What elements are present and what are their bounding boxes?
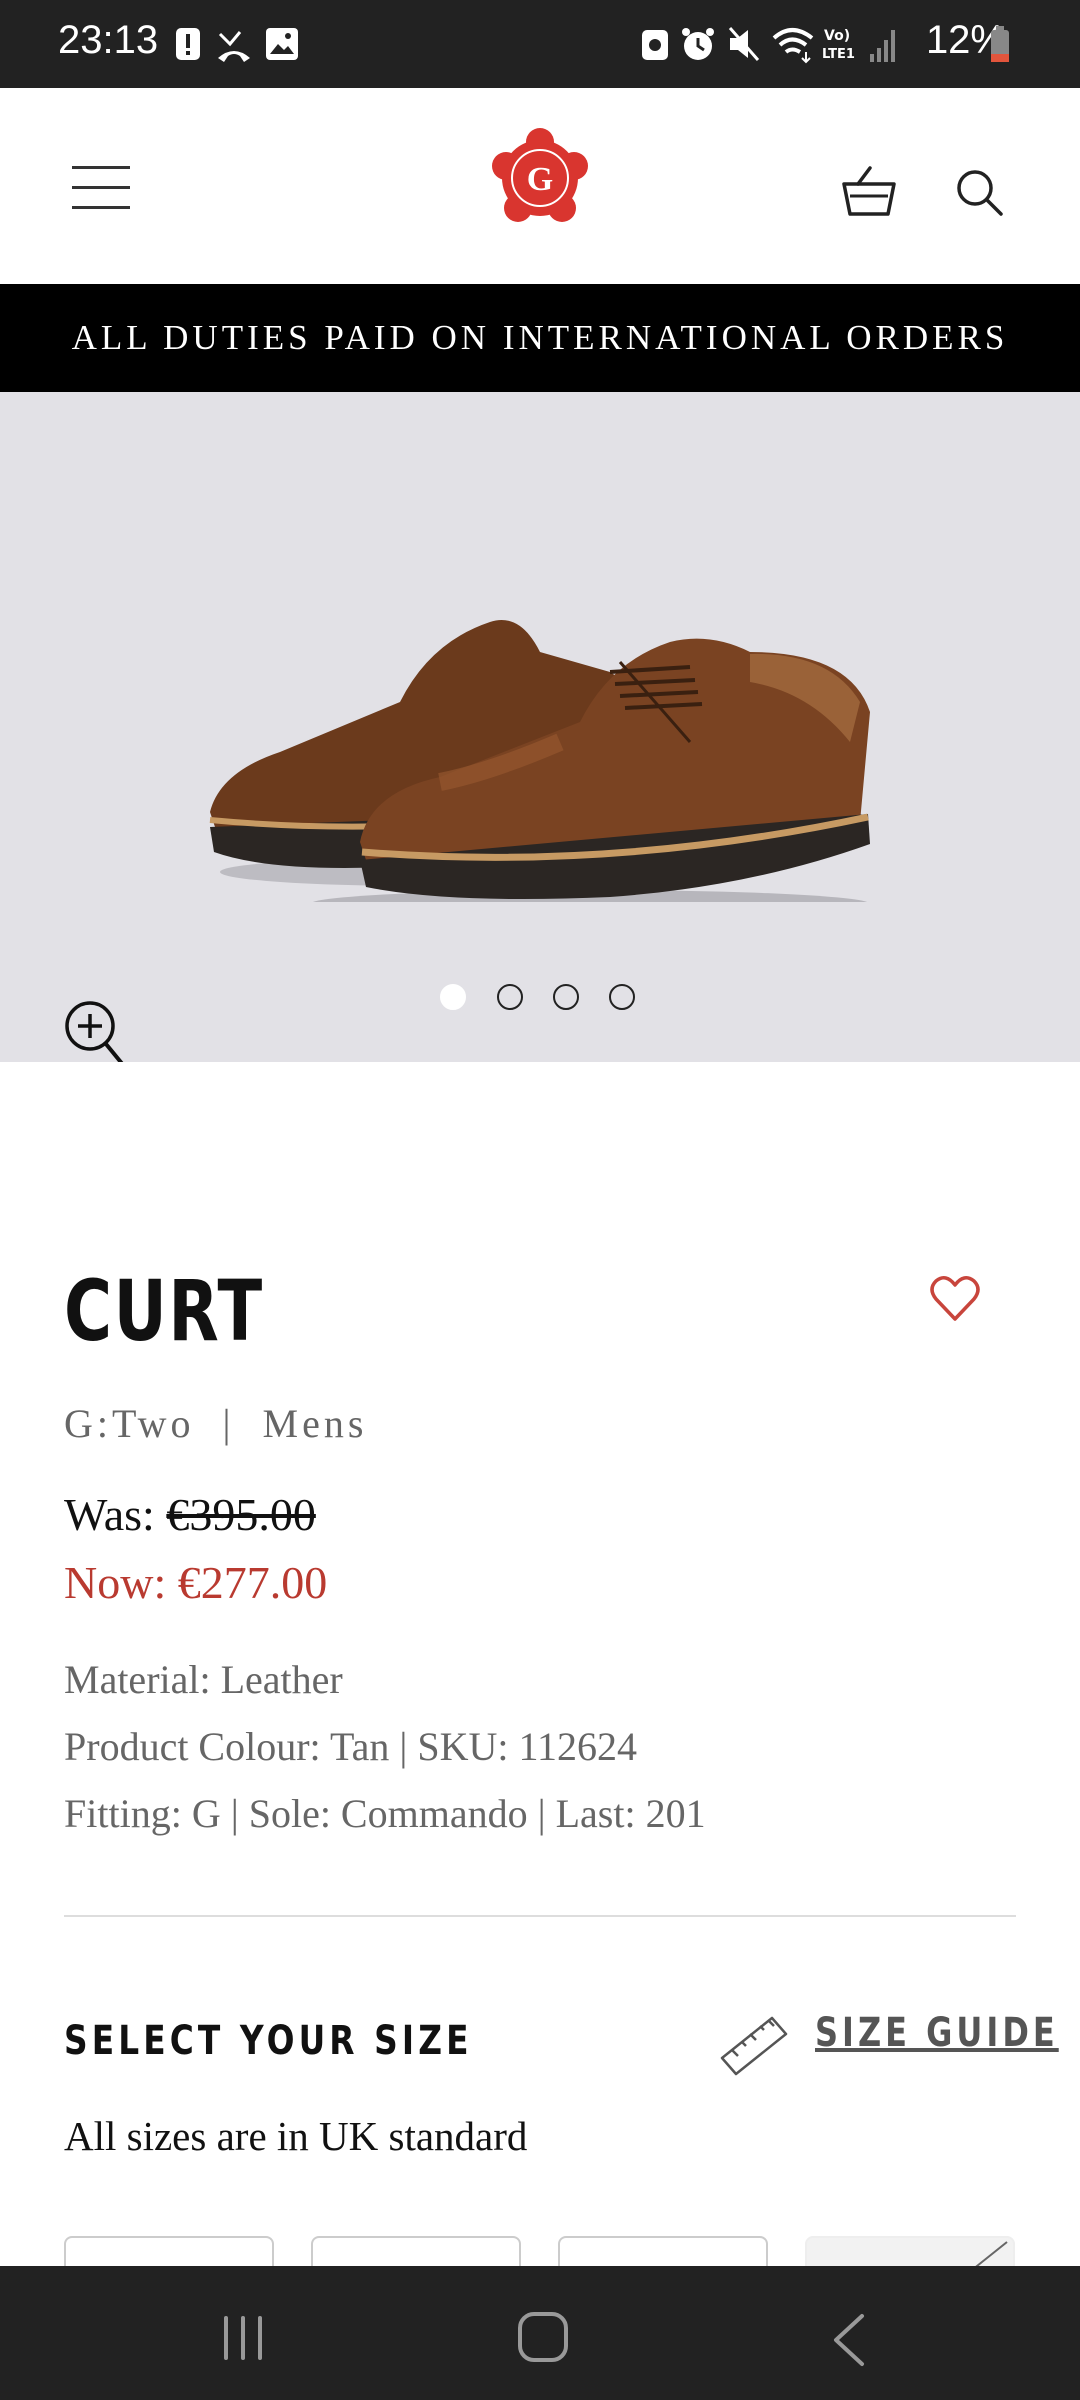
logo-letter: G	[527, 161, 553, 198]
product-title: CURT	[64, 1262, 264, 1360]
uk-standard-note: All sizes are in UK standard	[64, 2113, 528, 2159]
alarm-icon	[682, 28, 714, 60]
status-time: 23:13	[58, 18, 159, 62]
basket-icon[interactable]	[840, 166, 898, 218]
svg-text:Vo): Vo)	[824, 28, 850, 44]
size-guide-link[interactable]: SIZE GUIDE	[815, 2010, 1059, 2056]
search-icon[interactable]	[955, 168, 1005, 218]
notification-icon	[642, 30, 668, 60]
zoom-in-icon[interactable]	[64, 1000, 128, 1062]
wishlist-heart-icon[interactable]	[930, 1275, 980, 1323]
promo-banner[interactable]: ALL DUTIES PAID ON INTERNATIONAL ORDERS	[0, 284, 1080, 392]
system-nav-bar	[0, 2266, 1080, 2400]
price-was-value: €395.00	[166, 1489, 316, 1540]
volte-icon: Vo) LTE1	[822, 28, 855, 62]
signal-icon	[870, 30, 895, 62]
gallery-icon	[266, 28, 298, 60]
header: G	[0, 88, 1080, 284]
price-was-label: Was:	[64, 1489, 155, 1540]
price-now: Now: €277.00	[64, 1557, 328, 1608]
recents-icon[interactable]	[218, 2314, 268, 2362]
gallery-dot-2[interactable]	[497, 984, 523, 1010]
gallery-dot-1[interactable]	[440, 984, 466, 1010]
spec-material: Material: Leather	[64, 1657, 343, 1702]
ruler-icon[interactable]	[716, 2012, 790, 2080]
product-gallery[interactable]	[0, 392, 1080, 1062]
status-bar: 23:13 Vo) LTE1 12%	[0, 0, 1080, 88]
menu-icon[interactable]	[72, 166, 130, 210]
divider	[64, 1915, 1016, 1917]
product-image[interactable]	[190, 542, 890, 902]
spec-fitting: Fitting: G | Sole: Commando | Last: 201	[64, 1791, 706, 1836]
spec-colour-sku: Product Colour: Tan | SKU: 112624	[64, 1724, 637, 1769]
brand-logo[interactable]: G	[490, 128, 590, 228]
price-was: Was: €395.00	[64, 1488, 316, 1541]
missed-call-icon	[218, 31, 250, 62]
gallery-dot-3[interactable]	[553, 984, 579, 1010]
back-icon[interactable]	[828, 2312, 868, 2368]
select-size-title: SELECT YOUR SIZE	[64, 2018, 473, 2064]
product-subtitle: G:Two | Mens	[64, 1401, 368, 1446]
mute-icon	[728, 27, 760, 61]
home-icon[interactable]	[516, 2310, 570, 2364]
battery-icon	[991, 26, 1009, 62]
svg-text:LTE1: LTE1	[822, 47, 855, 62]
alert-icon	[176, 28, 200, 60]
wifi-icon	[772, 28, 814, 64]
gallery-dot-4[interactable]	[609, 984, 635, 1010]
